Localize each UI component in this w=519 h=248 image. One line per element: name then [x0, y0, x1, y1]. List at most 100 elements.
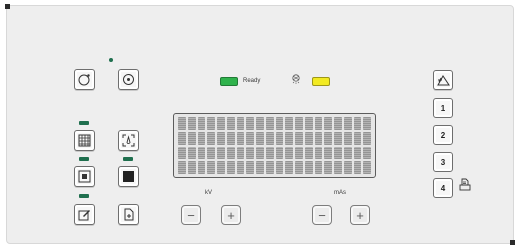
program-2-button[interactable]: 2 — [433, 125, 453, 145]
lcd-cell — [236, 117, 245, 130]
lcd-cell — [187, 161, 196, 174]
triangle-wave-button[interactable] — [433, 70, 453, 90]
lcd-cell — [304, 161, 313, 174]
mas-minus-button[interactable]: − — [312, 205, 332, 225]
focus-spot-button[interactable] — [118, 130, 139, 151]
kv-plus-button[interactable]: + — [221, 205, 241, 225]
lcd-cell — [363, 146, 371, 160]
lcd-cell — [275, 161, 284, 174]
lcd-cell — [256, 131, 264, 145]
lcd-cell — [353, 117, 362, 130]
lcd-cell — [236, 131, 245, 145]
lcd-cell — [178, 161, 186, 174]
square-frame-button[interactable] — [74, 166, 95, 187]
lcd-cell — [334, 161, 342, 174]
document-plus-icon — [124, 208, 134, 221]
lcd-cell — [304, 131, 313, 145]
lcd-cell — [256, 117, 264, 130]
lcd-cell — [353, 146, 362, 160]
lcd-cell — [334, 146, 342, 160]
lcd-cell — [256, 146, 264, 160]
lcd-cell — [353, 131, 362, 145]
lcd-cell — [207, 161, 215, 174]
control-panel: Ready kV − + mAs − + 1 2 3 4 — [5, 4, 515, 245]
target-circle-icon — [123, 74, 134, 85]
lcd-cell — [324, 117, 332, 130]
target-led — [109, 58, 113, 62]
lcd-cell — [265, 146, 274, 160]
lcd-cell — [285, 161, 293, 174]
lcd-cell — [304, 146, 313, 160]
lcd-cell — [324, 146, 332, 160]
lcd-cell — [187, 117, 196, 130]
mas-label: mAs — [334, 190, 346, 196]
lcd-cell — [217, 146, 225, 160]
lcd-cell — [295, 117, 303, 130]
lcd-cell — [178, 117, 186, 130]
lcd-display — [173, 113, 376, 178]
lcd-cell — [343, 146, 352, 160]
printer-icon[interactable] — [458, 178, 472, 192]
lcd-cell — [226, 131, 235, 145]
lcd-cell — [246, 131, 254, 145]
lcd-cell — [324, 131, 332, 145]
edit-button[interactable] — [74, 204, 95, 225]
lcd-cell — [265, 161, 274, 174]
grid-filter-button[interactable] — [74, 130, 95, 151]
lcd-cell — [197, 146, 206, 160]
lcd-cell — [353, 161, 362, 174]
lcd-cell — [285, 117, 293, 130]
square-filled-icon — [123, 171, 134, 182]
kv-minus-button[interactable]: − — [181, 205, 201, 225]
edit-icon — [78, 210, 90, 221]
lcd-cell — [236, 146, 245, 160]
lcd-cell — [187, 131, 196, 145]
target-circle-button[interactable] — [118, 69, 139, 90]
lcd-cell — [314, 117, 323, 130]
square-filled-button[interactable] — [118, 166, 139, 187]
lcd-cell — [246, 146, 254, 160]
lcd-cell — [334, 117, 342, 130]
lcd-cell — [295, 146, 303, 160]
lcd-cell — [197, 117, 206, 130]
lcd-cell — [246, 117, 254, 130]
lcd-cell — [226, 161, 235, 174]
lcd-cell — [265, 117, 274, 130]
lcd-cell — [246, 161, 254, 174]
ready-label: Ready — [243, 78, 261, 84]
square-frame-icon — [78, 170, 91, 183]
program-1-button[interactable]: 1 — [433, 98, 453, 118]
focus-spot-icon — [122, 134, 135, 147]
lcd-cell — [285, 146, 293, 160]
edit-led — [79, 194, 89, 198]
lcd-cell — [324, 161, 332, 174]
circle-dot-icon — [78, 74, 90, 86]
lcd-cell — [314, 131, 323, 145]
lcd-cell — [217, 131, 225, 145]
lcd-cell — [217, 161, 225, 174]
grid-filter-icon — [78, 134, 91, 147]
lcd-cell — [343, 117, 352, 130]
triangle-wave-icon — [436, 74, 450, 85]
lcd-cell — [275, 131, 284, 145]
radiation-tube-icon — [292, 74, 300, 84]
lcd-cell — [275, 117, 284, 130]
lcd-cell — [343, 131, 352, 145]
lcd-cell — [334, 131, 342, 145]
kv-label: kV — [205, 190, 213, 196]
lcd-cell — [236, 161, 245, 174]
program-3-button[interactable]: 3 — [433, 152, 453, 172]
program-4-button[interactable]: 4 — [433, 178, 453, 198]
lcd-cell — [314, 146, 323, 160]
lcd-cell — [207, 117, 215, 130]
lcd-cell — [275, 146, 284, 160]
lcd-cell — [295, 161, 303, 174]
lcd-cell — [217, 117, 225, 130]
warning-indicator — [312, 77, 330, 86]
circle-dot-button[interactable] — [74, 69, 95, 90]
lcd-cell — [304, 117, 313, 130]
document-plus-button[interactable] — [118, 204, 139, 225]
mas-plus-button[interactable]: + — [350, 205, 370, 225]
grid-led — [79, 121, 89, 125]
lcd-cell — [197, 131, 206, 145]
